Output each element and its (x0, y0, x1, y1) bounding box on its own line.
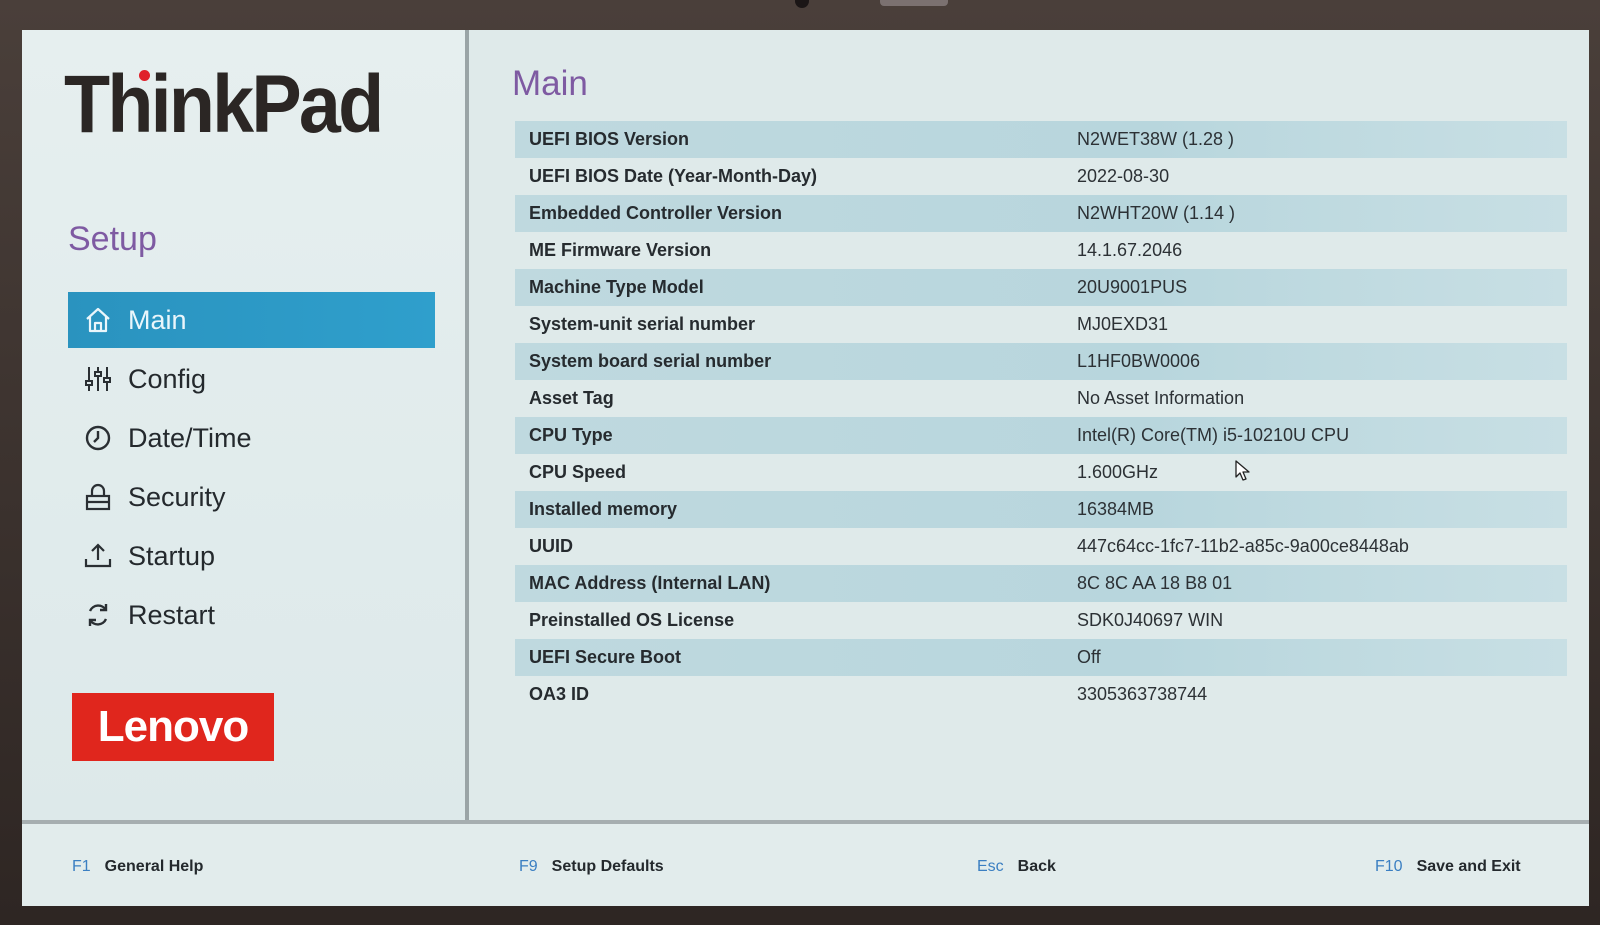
upload-icon (68, 541, 128, 571)
row-label: System board serial number (529, 351, 772, 371)
table-row: CPU Speed 1.600GHz (515, 454, 1567, 491)
row-value: 2022-08-30 (1077, 166, 1170, 186)
row-value: 16384MB (1077, 499, 1155, 519)
sidebar-item-label: Startup (128, 540, 216, 571)
row-label: Asset Tag (529, 388, 614, 408)
row-label: Installed memory (529, 499, 678, 519)
table-row: Embedded Controller Version N2WHT20W (1.… (515, 195, 1567, 232)
f9-defaults-button[interactable]: F9 Setup Defaults (519, 858, 664, 876)
row-label: ME Firmware Version (529, 240, 712, 260)
f1-help-button[interactable]: F1 General Help (72, 858, 203, 876)
page-title: Main (512, 64, 588, 103)
sidebar-item-main[interactable]: Main (68, 292, 435, 348)
row-value: N2WHT20W (1.14 ) (1077, 203, 1236, 223)
fkey-code: F1 (72, 858, 91, 875)
fkey-label: General Help (104, 858, 204, 875)
table-row: ME Firmware Version 14.1.67.2046 (515, 232, 1567, 269)
fkey-code: Esc (977, 858, 1004, 875)
sliders-icon (68, 364, 128, 394)
fkey-code: F9 (519, 858, 538, 875)
row-label: Embedded Controller Version (529, 203, 783, 223)
table-row: Installed memory 16384MB (515, 491, 1567, 528)
bios-screen: ThinkPad Setup Main Config Date/Time Sec… (22, 30, 1589, 906)
row-value: Intel(R) Core(TM) i5-10210U CPU (1077, 425, 1350, 445)
table-row: Machine Type Model 20U9001PUS (515, 269, 1567, 306)
row-label: Preinstalled OS License (529, 610, 735, 630)
sidebar-item-startup[interactable]: Startup (68, 528, 435, 584)
row-value: 447c64cc-1fc7-11b2-a85c-9a00ce8448ab (1077, 536, 1409, 556)
row-label: Machine Type Model (529, 277, 704, 297)
sidebar-item-security[interactable]: Security (68, 469, 435, 525)
row-label: UUID (529, 536, 573, 556)
table-row: UEFI BIOS Version N2WET38W (1.28 ) (515, 121, 1567, 158)
footer-bar: F1 General Help F9 Setup Defaults Esc Ba… (22, 824, 1589, 906)
camera-bar (880, 0, 948, 6)
table-row: Preinstalled OS License SDK0J40697 WIN (515, 602, 1567, 639)
camera (795, 0, 809, 8)
fkey-label: Back (1017, 858, 1056, 875)
sidebar-item-config[interactable]: Config (68, 351, 435, 407)
table-row: UEFI BIOS Date (Year-Month-Day) 2022-08-… (515, 158, 1567, 195)
sidebar: ThinkPad Setup Main Config Date/Time Sec… (22, 30, 465, 820)
row-label: OA3 ID (529, 684, 590, 704)
sidebar-nav: Main Config Date/Time Security Startup R… (68, 292, 435, 646)
row-value: 8C 8C AA 18 B8 01 (1077, 573, 1233, 593)
row-value: 20U9001PUS (1077, 277, 1188, 297)
fkey-code: F10 (1375, 858, 1403, 875)
row-value: 14.1.67.2046 (1077, 240, 1183, 260)
home-icon (68, 305, 128, 335)
row-value: 1.600GHz (1077, 462, 1159, 482)
table-row: System-unit serial number MJ0EXD31 (515, 306, 1567, 343)
f10-save-exit-button[interactable]: F10 Save and Exit (1375, 858, 1521, 876)
setup-title: Setup (68, 220, 157, 258)
table-row: CPU Type Intel(R) Core(TM) i5-10210U CPU (515, 417, 1567, 454)
row-label: CPU Speed (529, 462, 627, 482)
row-value: L1HF0BW0006 (1077, 351, 1201, 371)
table-row: System board serial number L1HF0BW0006 (515, 343, 1567, 380)
sidebar-item-label: Main (128, 304, 187, 335)
laptop-bezel: ThinkPad Setup Main Config Date/Time Sec… (0, 0, 1600, 925)
lenovo-logo: Lenovo (72, 693, 274, 761)
row-label: UEFI BIOS Version (529, 129, 690, 149)
sidebar-item-label: Config (128, 363, 207, 394)
table-row: MAC Address (Internal LAN) 8C 8C AA 18 B… (515, 565, 1567, 602)
table-row: UUID 447c64cc-1fc7-11b2-a85c-9a00ce8448a… (515, 528, 1567, 565)
sidebar-item-date-time[interactable]: Date/Time (68, 410, 435, 466)
sidebar-item-restart[interactable]: Restart (68, 587, 435, 643)
sidebar-item-label: Security (128, 481, 226, 512)
table-row: OA3 ID 3305363738744 (515, 676, 1567, 713)
row-value: MJ0EXD31 (1077, 314, 1169, 334)
mouse-pointer-icon (1235, 460, 1251, 487)
row-label: UEFI BIOS Date (Year-Month-Day) (529, 166, 818, 186)
fkey-label: Setup Defaults (551, 858, 664, 875)
main-panel: Main UEFI BIOS Version N2WET38W (1.28 ) … (469, 30, 1589, 820)
system-info-table: UEFI BIOS Version N2WET38W (1.28 ) UEFI … (515, 121, 1567, 713)
lock-icon (68, 482, 128, 512)
thinkpad-logo: ThinkPad (64, 59, 384, 150)
row-value: SDK0J40697 WIN (1077, 610, 1224, 630)
sidebar-item-label: Restart (128, 599, 216, 630)
table-row: Asset Tag No Asset Information (515, 380, 1567, 417)
esc-back-button[interactable]: Esc Back (977, 858, 1056, 876)
row-value: 3305363738744 (1077, 684, 1208, 704)
row-label: System-unit serial number (529, 314, 756, 334)
row-label: CPU Type (529, 425, 613, 445)
table-row: UEFI Secure Boot Off (515, 639, 1567, 676)
row-label: MAC Address (Internal LAN) (529, 573, 771, 593)
row-label: UEFI Secure Boot (529, 647, 682, 667)
row-value: N2WET38W (1.28 ) (1077, 129, 1235, 149)
restart-icon (68, 600, 128, 630)
row-value: No Asset Information (1077, 388, 1245, 408)
row-value: Off (1077, 647, 1101, 667)
sidebar-item-label: Date/Time (128, 422, 252, 453)
thinkpad-logo-dot (139, 70, 150, 81)
clock-icon (68, 423, 128, 453)
fkey-label: Save and Exit (1416, 858, 1521, 875)
